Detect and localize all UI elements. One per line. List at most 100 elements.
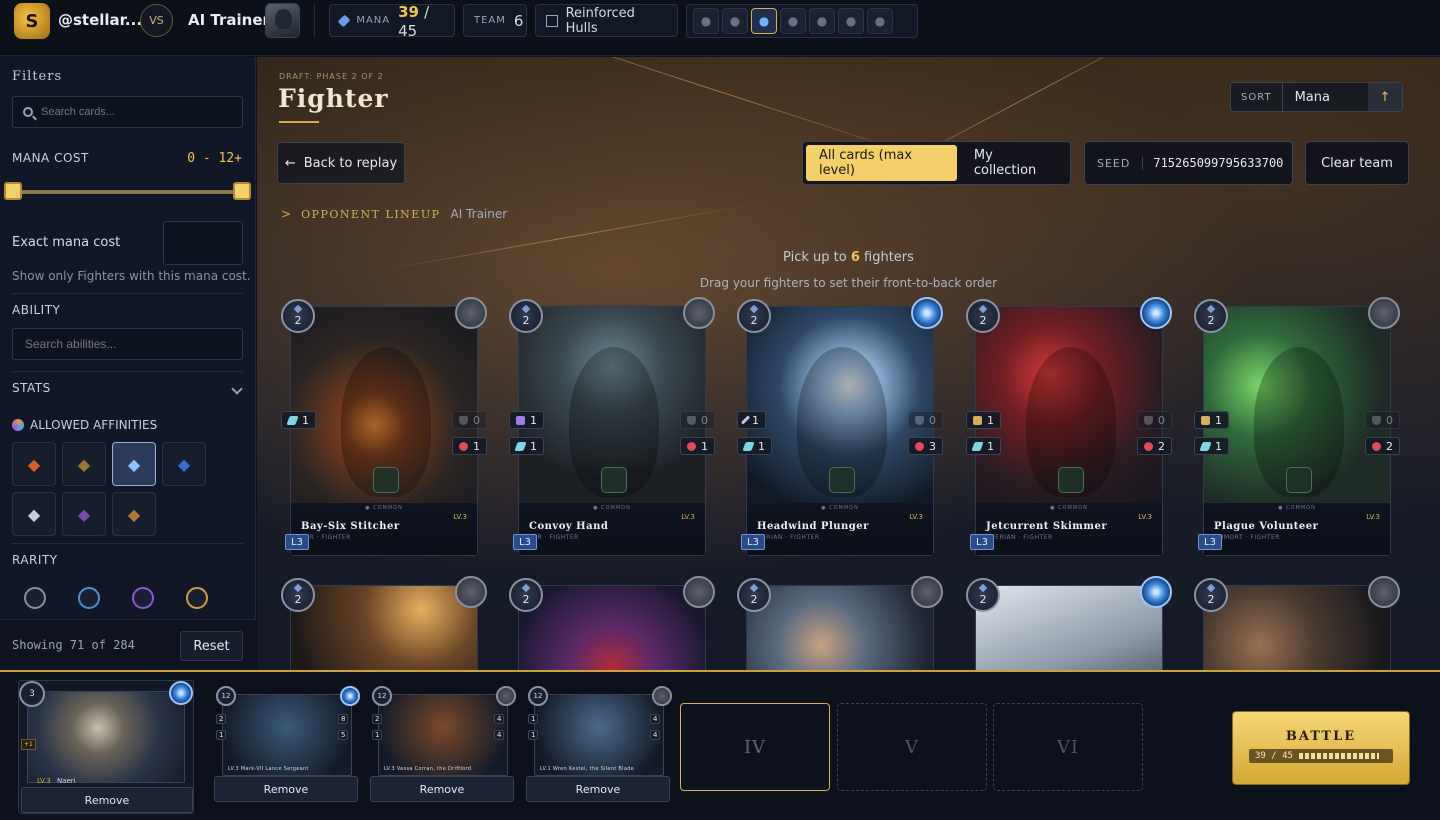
mana-range-slider[interactable] (14, 190, 241, 194)
ability-icon[interactable] (829, 467, 855, 493)
stats-label[interactable]: STATS (12, 381, 51, 395)
ability-icon[interactable] (1058, 467, 1084, 493)
spd-icon (514, 441, 527, 451)
mana-label: MANA (356, 15, 391, 26)
toggle-my-collection[interactable]: My collection (961, 145, 1067, 181)
card-name: Jetcurrent Skimmer (986, 521, 1108, 532)
clear-team-button[interactable]: Clear team (1305, 141, 1409, 185)
leader-slot[interactable]: 3 +1 LV.3 Naeri Remove (18, 680, 194, 814)
earth-icon[interactable]: ● (722, 8, 748, 34)
battle-button[interactable]: BATTLE 39 / 45 (1233, 712, 1409, 784)
app-logo-icon[interactable]: S (14, 3, 50, 39)
neutral-icon[interactable]: ● (867, 8, 893, 34)
leader-caption: LV.3 Naeri (37, 777, 76, 785)
card-level: LV.3 (1366, 513, 1380, 521)
pick-suffix: fighters (864, 250, 914, 265)
team-slot[interactable]: 12 1 1 4 4 LV.1 Wren Kestel, the Silent Blade… (526, 680, 674, 806)
empty-slot[interactable]: VI (993, 703, 1143, 791)
fighter-card[interactable]: ● COMMON Convoy Hand TER · FIGHTER LV.3 L3 2 1… (509, 297, 715, 556)
stat-value: 1 (752, 413, 759, 427)
fighter-card[interactable]: 2 (966, 576, 1172, 670)
opponent-lineup-label: OPPONENT LINEUP (301, 207, 441, 221)
rarity-filter-rare[interactable] (78, 587, 100, 609)
fighter-card[interactable]: ● COMMON Plague Volunteer UNMORT · FIGHTER… (1194, 297, 1400, 556)
empty-slot[interactable]: IV (680, 703, 830, 791)
card-type: UNMORT · FIGHTER (1214, 534, 1280, 541)
remove-leader-button[interactable]: Remove (21, 787, 193, 813)
slot-stat: 5 (338, 730, 349, 740)
team-slot[interactable]: 12 2 1 8 5 LV.3 Mark-VII Lance Sergeant Remove (214, 680, 362, 806)
fighter-card[interactable]: 2 (281, 576, 487, 670)
card-art (519, 586, 705, 670)
opponent-lineup-toggle[interactable]: > OPPONENT LINEUP AI Trainer (281, 207, 507, 221)
player-username[interactable]: @stellar... (58, 11, 142, 29)
remove-fighter-button[interactable]: Remove (214, 776, 358, 802)
rarity-filter-common[interactable] (24, 587, 46, 609)
fire-icon[interactable]: ● (693, 8, 719, 34)
card-search[interactable] (12, 96, 243, 128)
pick-prefix: Pick up to (783, 250, 847, 265)
ability-icon[interactable] (601, 467, 627, 493)
light-icon[interactable]: ● (809, 8, 835, 34)
toggle-all-cards[interactable]: All cards (max level) (806, 145, 957, 181)
card-search-input[interactable] (41, 106, 221, 118)
exact-mana-input[interactable] (163, 221, 243, 265)
sort-direction-icon[interactable]: ↑ (1368, 83, 1402, 111)
mana-min-handle[interactable] (4, 182, 22, 200)
slot-stat: 8 (338, 714, 349, 724)
level-badge: L3 (285, 534, 309, 550)
ruleset-chip[interactable]: Reinforced Hulls (535, 4, 678, 37)
seed-label: SEED (1085, 156, 1144, 170)
seed-value[interactable]: 715265099795633700 (1143, 156, 1283, 170)
fighter-card[interactable]: ● COMMON Bay-Six Stitcher TER · FIGHTER LV.… (281, 297, 487, 556)
fighter-card[interactable]: ● COMMON Headwind Plunger HERIAN · FIGHTER… (737, 297, 943, 556)
affinity-filter-fire[interactable]: ◆ (12, 442, 56, 486)
affinity-filter-water[interactable]: ◆ (112, 442, 156, 486)
water-icon[interactable]: ● (751, 8, 777, 34)
mana-max: 45 (398, 21, 418, 40)
ability-search[interactable] (12, 328, 243, 360)
mana-value: 2 (1207, 593, 1215, 606)
affinity-filter-death[interactable]: ◆ (162, 442, 206, 486)
neutral-affinity-icon (1368, 297, 1400, 329)
chevron-down-icon[interactable] (231, 383, 243, 395)
ability-icon[interactable] (1286, 467, 1312, 493)
mana-max-handle[interactable] (233, 182, 251, 200)
slot-art (534, 694, 664, 776)
team-slot[interactable]: 12 2 1 4 4 LV.3 Vessa Corran, the Driftlord Re… (370, 680, 518, 806)
remove-fighter-button[interactable]: Remove (370, 776, 514, 802)
stat-value: 1 (1215, 439, 1222, 453)
rarity-filter-legendary[interactable] (186, 587, 208, 609)
sort-control[interactable]: SORT Mana ↑ (1230, 82, 1403, 112)
battle-label: BATTLE (1285, 729, 1357, 744)
back-to-replay-button[interactable]: ← Back to replay (277, 142, 405, 184)
death-icon[interactable]: ● (780, 8, 806, 34)
reset-filters-button[interactable]: Reset (180, 631, 243, 661)
rarity-label: RARITY (12, 553, 58, 567)
stat-heart: 2 (1137, 437, 1172, 455)
stat-value: 3 (929, 439, 936, 453)
slot-stat: 4 (650, 714, 661, 724)
empty-slot[interactable]: V (837, 703, 987, 791)
dragon-icon[interactable]: ● (838, 8, 864, 34)
fighter-card[interactable]: 2 (509, 576, 715, 670)
affinity-filter-earth[interactable]: ◆ (62, 442, 106, 486)
drag-hint: Drag your fighters to set their front-to… (699, 276, 998, 290)
level-badge: L3 (970, 534, 994, 550)
affinity-filter-light[interactable]: ◆ (12, 492, 56, 536)
ability-search-input[interactable] (25, 337, 205, 351)
fighter-card[interactable]: 2 (1194, 576, 1400, 670)
opponent-name: AI Trainer (188, 11, 270, 29)
fighter-card[interactable]: ● COMMON Jetcurrent Skimmer THERIAN · FIGH… (966, 297, 1172, 556)
level-badge: L3 (1198, 534, 1222, 550)
affinity-filter-dragon[interactable]: ◆ (62, 492, 106, 536)
affinity-filter-neutral[interactable]: ◆ (112, 492, 156, 536)
sort-select[interactable]: Mana (1283, 90, 1368, 105)
fighter-card[interactable]: 2 (737, 576, 943, 670)
heart-icon (915, 441, 924, 451)
mana-range-value: 0 - 12+ (187, 151, 242, 166)
remove-fighter-button[interactable]: Remove (526, 776, 670, 802)
affinity-filter-grid: ◆ ◆ ◆ ◆ ◆ ◆ ◆ (12, 442, 206, 536)
rarity-filter-epic[interactable] (132, 587, 154, 609)
ability-icon[interactable] (373, 467, 399, 493)
